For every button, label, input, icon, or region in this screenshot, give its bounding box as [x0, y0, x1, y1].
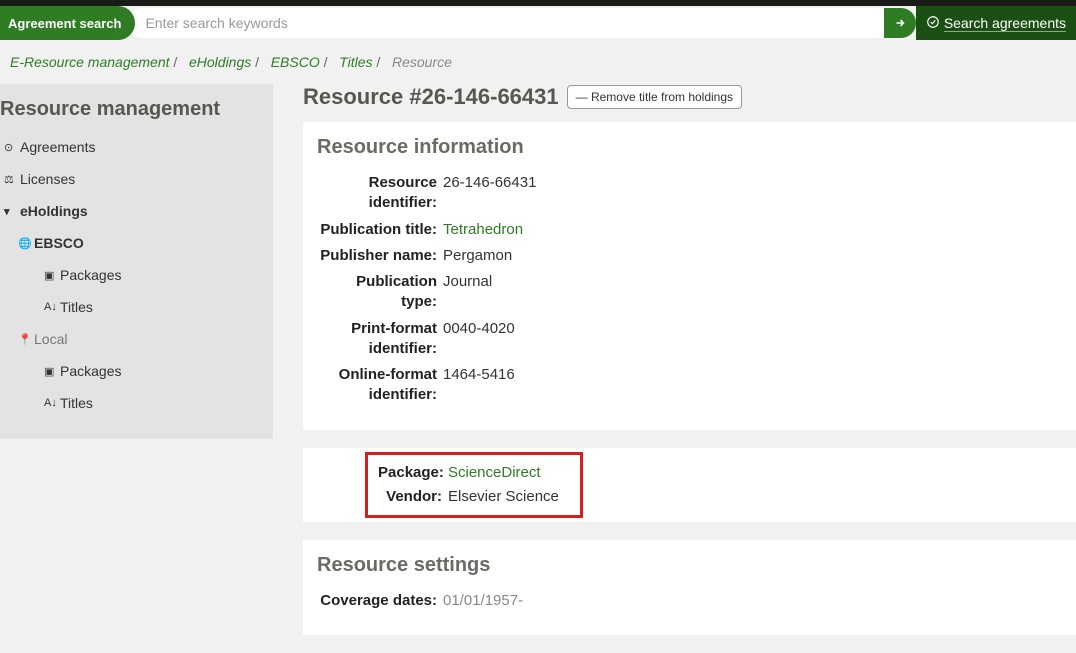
- sidebar-item-ebsco-titles[interactable]: A↓ Titles: [0, 291, 273, 323]
- sidebar-item-label: Licenses: [20, 171, 75, 187]
- search-submit-button[interactable]: [884, 8, 916, 38]
- search-input[interactable]: [127, 8, 895, 38]
- breadcrumb-link[interactable]: E-Resource management: [10, 54, 170, 70]
- breadcrumb-current: Resource: [392, 54, 452, 70]
- value-print-id: 0040-4020: [443, 319, 1062, 360]
- sidebar-item-agreements[interactable]: ⊙ Agreements: [0, 131, 273, 163]
- label-publication-title: Publication title:: [317, 220, 443, 240]
- sort-alpha-icon: A↓: [44, 397, 56, 409]
- sidebar-item-ebsco-packages[interactable]: ▣ Packages: [0, 259, 273, 291]
- value-package[interactable]: ScienceDirect: [448, 463, 570, 483]
- handshake-icon: ⊙: [4, 141, 16, 154]
- sidebar-title: Resource management: [0, 84, 273, 131]
- resource-info-card: Resource information Resource identifier…: [303, 122, 1076, 430]
- sidebar: Resource management ⊙ Agreements ⚖ Licen…: [0, 84, 273, 439]
- sidebar-item-label: Titles: [60, 395, 93, 411]
- sidebar-item-label: Agreements: [20, 139, 95, 155]
- check-circle-icon: [926, 15, 940, 32]
- sidebar-item-label: Local: [34, 331, 67, 347]
- map-marker-icon: 📍: [18, 333, 30, 346]
- sidebar-item-licenses[interactable]: ⚖ Licenses: [0, 163, 273, 195]
- value-resource-id: 26-146-66431: [443, 173, 1062, 214]
- search-bar: Agreement search Search agreements: [0, 6, 1076, 40]
- label-print-id: Print-format identifier:: [317, 319, 443, 360]
- value-coverage-dates: 01/01/1957-: [443, 591, 1062, 611]
- main-content: Resource #26-146-66431 — Remove title fr…: [303, 84, 1076, 653]
- label-online-id: Online-format identifier:: [317, 365, 443, 406]
- value-publisher: Pergamon: [443, 246, 1062, 266]
- sidebar-item-eholdings[interactable]: ▾ eHoldings: [0, 195, 273, 227]
- sidebar-item-label: Packages: [60, 267, 121, 283]
- card-title: Resource information: [317, 136, 1062, 159]
- sidebar-item-label: Titles: [60, 299, 93, 315]
- label-coverage-dates: Coverage dates:: [317, 591, 443, 611]
- archive-icon: ▣: [44, 269, 56, 282]
- value-online-id: 1464-5416: [443, 365, 1062, 406]
- breadcrumb-link[interactable]: Titles: [339, 54, 372, 70]
- value-vendor: Elsevier Science: [448, 487, 570, 507]
- sidebar-item-label: EBSCO: [34, 235, 84, 251]
- sidebar-item-local[interactable]: 📍 Local: [0, 323, 273, 355]
- label-publisher: Publisher name:: [317, 246, 443, 266]
- card-title: Resource settings: [317, 554, 1062, 577]
- sidebar-item-local-titles[interactable]: A↓ Titles: [0, 387, 273, 419]
- gavel-icon: ⚖: [4, 173, 16, 186]
- breadcrumb: E-Resource management / eHoldings / EBSC…: [0, 40, 1076, 84]
- breadcrumb-link[interactable]: EBSCO: [271, 54, 320, 70]
- page-title: Resource #26-146-66431: [303, 84, 559, 110]
- highlight-annotation: Package: ScienceDirect Vendor: Elsevier …: [365, 452, 583, 519]
- value-publication-title[interactable]: Tetrahedron: [443, 220, 1062, 240]
- search-agreements-label: Search agreements: [944, 15, 1066, 32]
- search-agreements-link[interactable]: Search agreements: [916, 6, 1076, 40]
- label-package: Package:: [378, 463, 448, 483]
- remove-title-button[interactable]: — Remove title from holdings: [567, 85, 742, 109]
- caret-down-icon: ▾: [4, 205, 16, 218]
- value-publication-type: Journal: [443, 272, 1062, 313]
- sort-alpha-icon: A↓: [44, 301, 56, 313]
- package-vendor-card: Package: ScienceDirect Vendor: Elsevier …: [303, 448, 1076, 523]
- label-publication-type: Publication type:: [317, 272, 443, 313]
- sidebar-item-label: Packages: [60, 363, 121, 379]
- archive-icon: ▣: [44, 365, 56, 378]
- sidebar-item-local-packages[interactable]: ▣ Packages: [0, 355, 273, 387]
- sidebar-item-ebsco[interactable]: 🌐 EBSCO: [0, 227, 273, 259]
- search-context-tag[interactable]: Agreement search: [0, 6, 135, 40]
- label-vendor: Vendor:: [378, 487, 448, 507]
- sidebar-item-label: eHoldings: [20, 203, 88, 219]
- breadcrumb-link[interactable]: eHoldings: [189, 54, 251, 70]
- resource-settings-card: Resource settings Coverage dates: 01/01/…: [303, 540, 1076, 635]
- globe-icon: 🌐: [18, 237, 30, 250]
- label-resource-id: Resource identifier:: [317, 173, 443, 214]
